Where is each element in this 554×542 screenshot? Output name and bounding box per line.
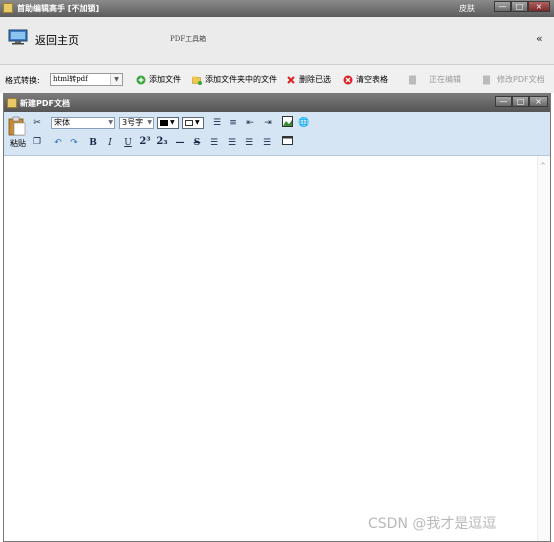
superscript-button[interactable]: 2³ [138,135,152,149]
cut-icon[interactable]: ✂ [30,116,44,130]
format-select[interactable]: html转pdf ▼ [50,73,123,86]
copy-icon[interactable]: ❐ [30,135,44,149]
close-button[interactable]: × [528,1,550,12]
minimize-button[interactable]: — [494,1,511,12]
format-toolbar: 格式转换: html转pdf ▼ 添加文件 添加文件夹中的文件 删除已选 清空表… [0,65,554,93]
app-logo-icon [3,3,13,13]
chevron-down-icon: ▼ [110,74,122,85]
undo-icon[interactable]: ↶ [51,136,65,150]
bg-color-swatch [185,120,193,126]
unordered-list-icon[interactable]: ≡ [226,116,240,130]
app-root: 首助编辑高手 [不加锁] 皮肤 — □ × 返回主页 PDF工具箱 « 格式转换… [0,0,554,542]
inner-title-bar: 新建PDF文档 — □ × [4,94,550,112]
outdent-icon[interactable]: ⇤ [243,116,257,130]
monitor-icon[interactable] [8,29,28,45]
subscript-button[interactable]: 2₃ [155,135,169,149]
scroll-up-icon[interactable]: ^ [540,162,546,170]
font-size-value: 3号字 [122,118,144,127]
folder-add-icon [192,76,202,85]
clear-table-button[interactable]: 清空表格 [343,73,388,86]
add-file-label: 添加文件 [149,75,181,84]
italic-button[interactable]: I [103,136,117,150]
fullscreen-icon[interactable] [280,136,294,150]
clear-icon [343,75,353,84]
collapse-icon[interactable]: « [536,32,543,45]
inner-window-title: 新建PDF文档 [20,99,70,108]
ordered-list-icon[interactable]: ☰ [210,116,224,130]
horizontal-rule-button[interactable]: — [173,136,187,150]
title-bar: 首助编辑高手 [不加锁] 皮肤 — □ × [0,0,554,17]
editing-label: 正在编辑 [429,75,461,84]
skin-button[interactable]: 皮肤 [459,3,475,14]
document-icon [7,98,17,108]
add-icon [136,75,146,84]
bg-color-picker[interactable]: ▼ [182,117,204,129]
editor-content-area[interactable]: ^ [4,156,550,541]
edit-doc-icon [409,75,416,84]
delete-selected-label: 删除已选 [299,75,331,84]
editing-button[interactable]: 正在编辑 [408,73,461,86]
font-color-picker[interactable]: ▼ [157,117,179,129]
chevron-down-icon: ▼ [170,119,175,126]
window-title: 首助编辑高手 [不加锁] [17,4,100,13]
maximize-button[interactable]: □ [511,1,528,12]
font-color-swatch [160,120,168,126]
underline-button[interactable]: U [121,136,135,150]
align-right-icon[interactable]: ☰ [242,136,256,150]
chevron-down-icon: ▼ [147,119,152,126]
editor-toolbar: 粘贴 ✂ ❐ 宋体 ▼ 3号字 ▼ ▼ ▼ ☰ ≡ ⇤ ⇥ 🌐 ↶ ↷ B I … [4,112,550,156]
add-folder-label: 添加文件夹中的文件 [205,75,277,84]
vertical-scrollbar[interactable]: ^ [537,156,550,541]
inner-minimize-button[interactable]: — [495,96,512,107]
modify-pdf-button[interactable]: 修改PDF文档 [482,73,545,86]
delete-selected-button[interactable]: 删除已选 [286,73,331,86]
header-panel: 返回主页 PDF工具箱 « [0,17,554,65]
align-left-icon[interactable]: ☰ [207,136,221,150]
pdf-tools-tab[interactable]: PDF工具箱 [170,34,206,44]
font-family-select[interactable]: 宋体 ▼ [51,117,115,129]
clear-table-label: 清空表格 [356,75,388,84]
redo-icon[interactable]: ↷ [67,136,81,150]
modify-pdf-label: 修改PDF文档 [497,75,545,84]
new-pdf-window: 新建PDF文档 — □ × 粘贴 ✂ ❐ 宋体 ▼ 3号字 ▼ ▼ ▼ ☰ ≡ … [3,93,551,542]
format-select-value: html转pdf [53,75,88,83]
inner-maximize-button[interactable]: □ [512,96,529,107]
indent-icon[interactable]: ⇥ [261,116,275,130]
format-label: 格式转换: [5,76,40,85]
paste-icon[interactable] [8,116,26,136]
bold-button[interactable]: B [86,136,100,150]
chevron-down-icon: ▼ [195,119,200,126]
insert-image-icon[interactable] [280,116,294,130]
inner-close-button[interactable]: × [529,96,548,107]
paste-label: 粘贴 [10,139,26,148]
back-home-link[interactable]: 返回主页 [35,32,79,48]
watermark-text: CSDN @我才是逗逗 [368,516,497,532]
insert-link-icon[interactable]: 🌐 [297,116,311,130]
pdf-doc-icon [483,75,490,84]
add-folder-button[interactable]: 添加文件夹中的文件 [192,73,277,86]
align-center-icon[interactable]: ☰ [225,136,239,150]
strikethrough-button[interactable]: S [190,136,204,150]
font-size-select[interactable]: 3号字 ▼ [119,117,154,129]
delete-x-icon [287,75,295,84]
chevron-down-icon: ▼ [108,119,113,126]
font-family-value: 宋体 [54,118,70,127]
align-justify-icon[interactable]: ☰ [260,136,274,150]
add-file-button[interactable]: 添加文件 [136,73,181,86]
